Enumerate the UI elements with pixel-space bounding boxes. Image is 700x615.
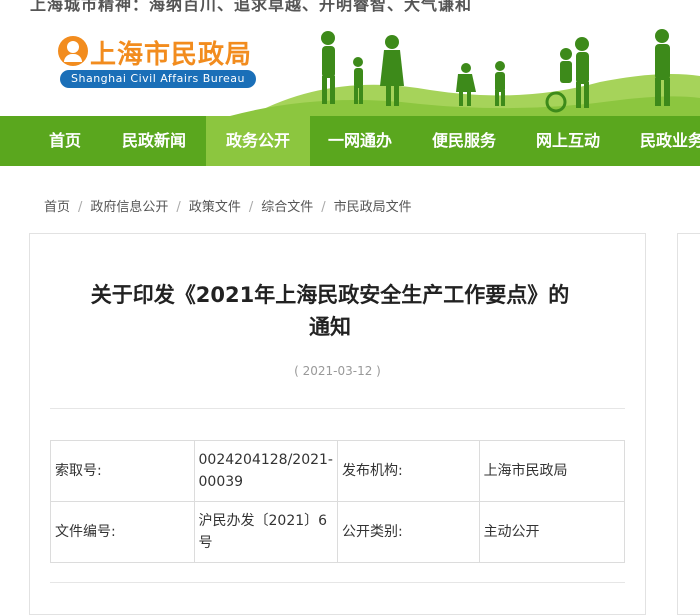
logo-name-cn: 上海市民政局	[90, 40, 253, 70]
index-label: 索取号:	[50, 440, 195, 502]
logo-name-en: Shanghai Civil Affairs Bureau	[60, 70, 256, 88]
breadcrumb-separator: /	[321, 200, 326, 215]
nav-item-business[interactable]: 民政业务	[624, 116, 700, 166]
nav-item-news[interactable]: 民政新闻	[106, 116, 202, 166]
article-title: 关于印发《2021年上海民政安全生产工作要点》的通知	[90, 283, 570, 339]
breadcrumb-separator: /	[176, 200, 181, 215]
publisher-value: 上海市民政局	[478, 440, 626, 502]
site-logo[interactable]: 上海市民政局 Shanghai Civil Affairs Bureau	[58, 34, 268, 94]
article-panel: 关于印发《2021年上海民政安全生产工作要点》的通知 ( 2021-03-12 …	[29, 233, 646, 615]
article-date: ( 2021-03-12 )	[294, 364, 381, 378]
side-panel	[677, 233, 700, 615]
divider	[50, 408, 625, 409]
nav-item-one-stop[interactable]: 一网通办	[312, 116, 408, 166]
breadcrumb-separator: /	[78, 200, 83, 215]
breadcrumb-home[interactable]: 首页	[44, 200, 70, 215]
category-value: 主动公开	[478, 501, 626, 563]
breadcrumb-policy[interactable]: 政策文件	[189, 200, 241, 215]
breadcrumb: 首页 / 政府信息公开 / 政策文件 / 综合文件 / 市民政局文件	[44, 196, 412, 215]
index-value: 0024204128/2021-00039	[193, 440, 339, 502]
main-nav: 首页 民政新闻 政务公开 一网通办 便民服务 网上互动 民政业务	[0, 116, 700, 166]
doc-no-label: 文件编号:	[50, 501, 195, 563]
publisher-label: 发布机构:	[337, 440, 480, 502]
divider	[50, 582, 625, 583]
breadcrumb-bureau-docs[interactable]: 市民政局文件	[334, 200, 412, 215]
nav-item-home[interactable]: 首页	[24, 116, 106, 166]
nav-item-gov-affairs[interactable]: 政务公开	[206, 116, 310, 166]
category-label: 公开类别:	[337, 501, 480, 563]
table-row: 文件编号: 沪民办发〔2021〕6 号 公开类别: 主动公开	[50, 501, 626, 563]
nav-item-services[interactable]: 便民服务	[416, 116, 512, 166]
nav-item-interaction[interactable]: 网上互动	[520, 116, 616, 166]
slogan-text: 上海城市精神：海纳百川、追求卓越、开明睿智、大气谦和	[30, 0, 473, 12]
breadcrumb-general[interactable]: 综合文件	[261, 200, 313, 215]
table-row: 索取号: 0024204128/2021-00039 发布机构: 上海市民政局	[50, 440, 626, 502]
breadcrumb-separator: /	[248, 200, 254, 215]
logo-emblem-icon	[58, 36, 88, 66]
breadcrumb-gov-info[interactable]: 政府信息公开	[90, 200, 168, 215]
doc-no-value: 沪民办发〔2021〕6 号	[193, 501, 339, 563]
site-header: 上海市民政局 Shanghai Civil Affairs Bureau	[0, 12, 700, 116]
slogan-strip: 上海城市精神：海纳百川、追求卓越、开明睿智、大气谦和	[0, 0, 700, 12]
article-meta-table: 索取号: 0024204128/2021-00039 发布机构: 上海市民政局 …	[50, 440, 626, 563]
